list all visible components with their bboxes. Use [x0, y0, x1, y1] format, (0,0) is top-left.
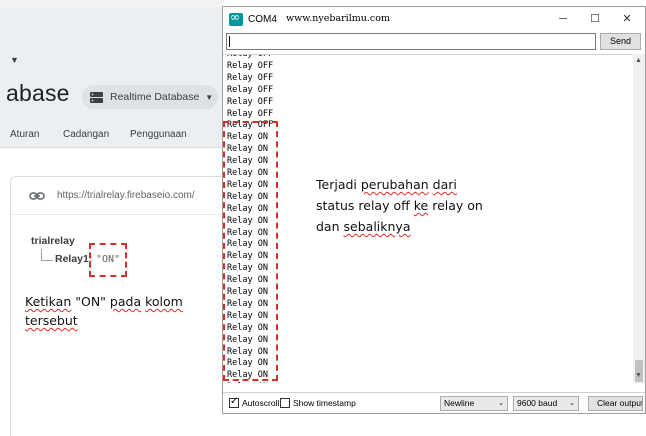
page-title: abase	[6, 80, 70, 106]
scroll-up-icon[interactable]: ▲	[635, 57, 642, 64]
tab-aturan[interactable]: Aturan	[10, 129, 39, 140]
note-word: status	[316, 198, 355, 213]
serial-output-line: Relay OFF	[227, 96, 274, 107]
note-word: ke	[413, 198, 429, 213]
send-button[interactable]: Send	[600, 33, 641, 50]
close-icon[interactable]: ✕	[617, 11, 637, 27]
text-caret	[229, 36, 230, 47]
minimize-icon[interactable]: ─	[553, 11, 573, 27]
note-word: tersebut	[25, 313, 78, 328]
note-word: "ON"	[75, 294, 106, 309]
serial-bottom-bar: Autoscroll Show timestamp Newline ⌄ 9600…	[223, 392, 645, 413]
scroll-down-icon[interactable]: ▼	[635, 372, 642, 379]
annotation-highlight-box	[89, 243, 127, 277]
serial-output-line: Relay OFF	[227, 54, 274, 59]
timestamp-checkbox[interactable]	[280, 398, 290, 408]
tree-child-key[interactable]: Relay1:	[55, 253, 92, 265]
chevron-down-icon: ⌄	[569, 400, 575, 407]
project-dropdown-caret[interactable]: ▼	[10, 55, 19, 65]
firebase-header: ▼ abase Realtime Database ▼ Aturan Cadan…	[0, 8, 222, 148]
note-word: off	[393, 198, 410, 213]
note-word: on	[467, 198, 483, 213]
annotation-highlight-box	[223, 121, 278, 381]
autoscroll-checkbox[interactable]	[229, 396, 239, 408]
serial-output-line: Relay OFF	[227, 108, 274, 119]
database-url-row: https://trialrelay.firebaseio.com/	[11, 177, 223, 215]
serial-output-line: Relay OFF	[227, 84, 274, 95]
database-url[interactable]: https://trialrelay.firebaseio.com/	[57, 190, 195, 201]
line-ending-select[interactable]: Newline ⌄	[440, 396, 508, 411]
note-word: perubahan	[360, 177, 429, 192]
database-selector-label: Realtime Database	[110, 91, 200, 103]
database-selector[interactable]: Realtime Database ▼	[82, 85, 218, 109]
send-row: Send	[223, 31, 645, 53]
annotation-note-right: Terjadi perubahan dari status relay off …	[316, 174, 536, 237]
tree-connector	[41, 249, 53, 261]
note-word: relay	[358, 198, 390, 213]
baud-rate-select[interactable]: 9600 baud ⌄	[513, 396, 579, 411]
chevron-down-icon: ▼	[205, 92, 214, 102]
note-word: sebaliknya	[343, 219, 411, 234]
serial-send-input[interactable]	[226, 33, 596, 50]
firebase-console: ▼ abase Realtime Database ▼ Aturan Cadan…	[0, 0, 223, 436]
serial-output-line: Relay ON	[227, 382, 268, 383]
serial-output-line: Relay OFF	[227, 72, 274, 83]
note-word: Terjadi	[316, 177, 357, 192]
arduino-icon	[229, 10, 243, 26]
note-word: pada	[109, 294, 142, 309]
window-titlebar: COM4 www.nyebarilmu.com ─ ☐ ✕	[223, 7, 645, 31]
chevron-down-icon: ⌄	[498, 400, 504, 407]
window-title: COM4	[248, 14, 277, 25]
maximize-icon[interactable]: ☐	[585, 11, 605, 27]
note-word: Ketikan	[25, 294, 72, 309]
link-icon	[29, 192, 45, 200]
baud-rate-value: 9600 baud	[517, 398, 558, 408]
tree-root-key[interactable]: trialrelay	[31, 235, 75, 247]
vertical-scrollbar[interactable]: ▲ ▼	[633, 54, 645, 383]
timestamp-label: Show timestamp	[293, 398, 356, 408]
note-word: kolom	[145, 294, 183, 309]
watermark-site: www.nyebarilmu.com	[286, 13, 390, 24]
note-word: dan	[316, 219, 340, 234]
tab-penggunaan[interactable]: Penggunaan	[130, 129, 187, 140]
serial-output-line: Relay OFF	[227, 60, 274, 71]
database-icon	[90, 91, 103, 103]
annotation-note-left: Ketikan "ON" pada kolom tersebut	[25, 292, 215, 330]
clear-output-button[interactable]: Clear output	[588, 396, 643, 411]
autoscroll-label: Autoscroll	[242, 398, 280, 408]
note-word: relay	[432, 198, 464, 213]
note-word: dari	[432, 177, 457, 192]
tab-cadangan[interactable]: Cadangan	[63, 129, 109, 140]
browser-top-strip	[0, 0, 222, 8]
line-ending-value: Newline	[444, 398, 475, 408]
